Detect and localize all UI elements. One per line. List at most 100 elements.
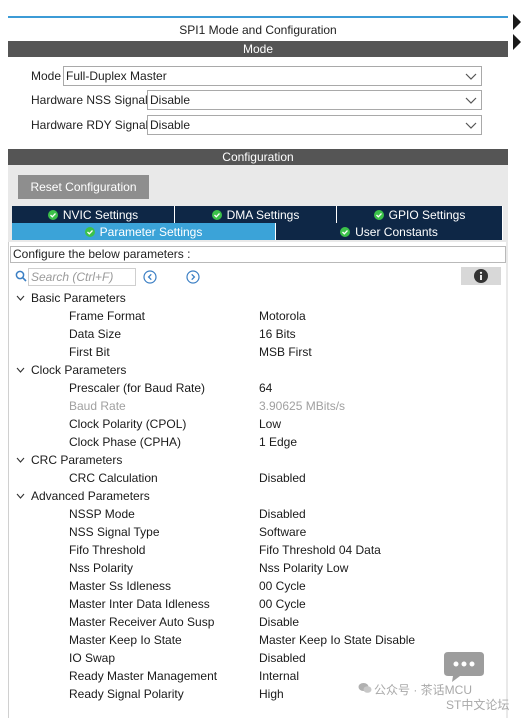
parameter-value: High <box>259 687 284 701</box>
group-row[interactable]: CRC Parameters <box>12 451 502 469</box>
parameter-name: Baud Rate <box>69 399 126 413</box>
group-row[interactable]: Basic Parameters <box>12 289 502 307</box>
tab-label: User Constants <box>355 224 438 239</box>
parameter-row[interactable]: NSSP Mode Disabled <box>12 505 502 523</box>
parameter-row[interactable]: First Bit MSB First <box>12 343 502 361</box>
parameter-value: 3.90625 MBits/s <box>259 399 346 413</box>
group-name: CRC Parameters <box>31 453 123 467</box>
chevron-down-icon[interactable] <box>16 366 25 374</box>
parameter-value: Disabled <box>259 651 306 665</box>
parameter-name: Data Size <box>69 327 122 341</box>
nss-select-value: Disable <box>150 93 191 107</box>
nss-row: Hardware NSS Signal <box>31 89 148 111</box>
parameter-name: Clock Polarity (CPOL) <box>69 417 187 431</box>
info-icon <box>474 269 488 283</box>
mode-label: Mode <box>31 69 62 83</box>
check-circle-icon <box>47 209 58 220</box>
chevron-down-icon[interactable] <box>16 456 25 464</box>
next-result-icon[interactable] <box>186 270 200 284</box>
parameter-row[interactable]: Frame Format Motorola <box>12 307 502 325</box>
parameter-name: Prescaler (for Baud Rate) <box>69 381 206 395</box>
parameter-name: Master Keep Io State <box>69 633 182 647</box>
parameter-value: 16 Bits <box>259 327 296 341</box>
group-name: Clock Parameters <box>31 363 127 377</box>
parameter-row[interactable]: CRC Calculation Disabled <box>12 469 502 487</box>
parameter-value: 00 Cycle <box>259 579 306 593</box>
parameter-value: Motorola <box>259 309 306 323</box>
chevron-down-icon <box>465 97 477 104</box>
parameter-name: IO Swap <box>69 651 116 665</box>
mode-panel: Mode Full-Duplex Master Hardware NSS Sig… <box>8 57 508 141</box>
parameter-value: MSB First <box>259 345 312 359</box>
parameter-row[interactable]: Clock Polarity (CPOL) Low <box>12 415 502 433</box>
group-name: Advanced Parameters <box>31 489 150 503</box>
collapse-arrow-icon[interactable] <box>509 12 523 52</box>
parameter-value: Master Keep Io State Disable <box>259 633 416 647</box>
reset-configuration-button[interactable]: Reset Configuration <box>18 175 149 199</box>
group-name: Basic Parameters <box>31 291 126 305</box>
watermark-text-secondary: ST中文论坛 <box>446 698 510 712</box>
parameter-value: Disabled <box>259 471 306 485</box>
parameter-row[interactable]: NSS Signal Type Software <box>12 523 502 541</box>
nss-label: Hardware NSS Signal <box>31 93 148 107</box>
chat-bubble-icon <box>444 652 484 682</box>
check-circle-icon <box>340 226 351 237</box>
tab-label: DMA Settings <box>226 207 300 222</box>
parameter-name: Ready Master Management <box>69 669 218 683</box>
search-icon <box>15 270 27 282</box>
parameter-value: Fifo Threshold 04 Data <box>259 543 381 557</box>
parameter-name: NSSP Mode <box>69 507 135 521</box>
tab-label: NVIC Settings <box>62 207 139 222</box>
parameter-row[interactable]: Nss Polarity Nss Polarity Low <box>12 559 502 577</box>
parameter-name: Master Inter Data Idleness <box>69 597 210 611</box>
check-circle-icon <box>84 226 95 237</box>
mode-select[interactable]: Full-Duplex Master <box>63 66 482 86</box>
nss-select[interactable]: Disable <box>147 90 482 110</box>
mode-row: Mode <box>31 65 61 87</box>
previous-result-icon[interactable] <box>143 270 157 284</box>
check-circle-icon <box>211 209 222 220</box>
chevron-down-icon <box>465 73 477 80</box>
configuration-section-header: Configuration <box>8 149 508 165</box>
parameter-value: 64 <box>259 381 273 395</box>
rdy-select[interactable]: Disable <box>147 115 482 135</box>
parameter-row[interactable]: Data Size 16 Bits <box>12 325 502 343</box>
parameter-row[interactable]: Fifo Threshold Fifo Threshold 04 Data <box>12 541 502 559</box>
tab-dma-settings[interactable]: DMA Settings <box>175 206 337 223</box>
parameter-value: Software <box>259 525 307 539</box>
configure-hint: Configure the below parameters : <box>10 246 506 263</box>
parameter-row[interactable]: Clock Phase (CPHA) 1 Edge <box>12 433 502 451</box>
tab-user-constants[interactable]: User Constants <box>276 223 503 240</box>
search-input[interactable]: Search (Ctrl+F) <box>28 268 136 286</box>
tab-parameter-settings[interactable]: Parameter Settings <box>12 223 276 240</box>
tab-label: Parameter Settings <box>99 224 203 239</box>
parameter-row: Baud Rate 3.90625 MBits/s <box>12 397 502 415</box>
parameter-name: Master Receiver Auto Susp <box>69 615 215 629</box>
window-top <box>0 0 523 12</box>
chevron-down-icon[interactable] <box>16 294 25 302</box>
info-button[interactable] <box>461 267 501 285</box>
parameter-value: Internal <box>259 669 300 683</box>
parameter-row[interactable]: Prescaler (for Baud Rate) 64 <box>12 379 502 397</box>
parameter-row[interactable]: Master Receiver Auto Susp Disable <box>12 613 502 631</box>
rdy-row: Hardware RDY Signal <box>31 114 148 136</box>
rdy-select-value: Disable <box>150 118 191 132</box>
mode-select-value: Full-Duplex Master <box>66 69 167 83</box>
parameter-row[interactable]: IO Swap Disabled <box>12 649 502 667</box>
mode-section-header: Mode <box>8 41 508 57</box>
chevron-down-icon[interactable] <box>16 492 25 500</box>
group-row[interactable]: Clock Parameters <box>12 361 502 379</box>
wechat-logo-icon <box>358 683 372 693</box>
parameter-row[interactable]: Master Keep Io State Master Keep Io State… <box>12 631 502 649</box>
tab-nvic-settings[interactable]: NVIC Settings <box>12 206 175 223</box>
parameter-value: 1 Edge <box>259 435 298 449</box>
parameter-name: Ready Signal Polarity <box>69 687 184 701</box>
tab-gpio-settings[interactable]: GPIO Settings <box>337 206 503 223</box>
parameter-name: Master Ss Idleness <box>69 579 172 593</box>
group-row[interactable]: Advanced Parameters <box>12 487 502 505</box>
parameter-row[interactable]: Master Inter Data Idleness 00 Cycle <box>12 595 502 613</box>
parameter-value: 00 Cycle <box>259 597 306 611</box>
parameter-row[interactable]: Master Ss Idleness 00 Cycle <box>12 577 502 595</box>
check-circle-icon <box>373 209 384 220</box>
parameter-name: First Bit <box>69 345 110 359</box>
